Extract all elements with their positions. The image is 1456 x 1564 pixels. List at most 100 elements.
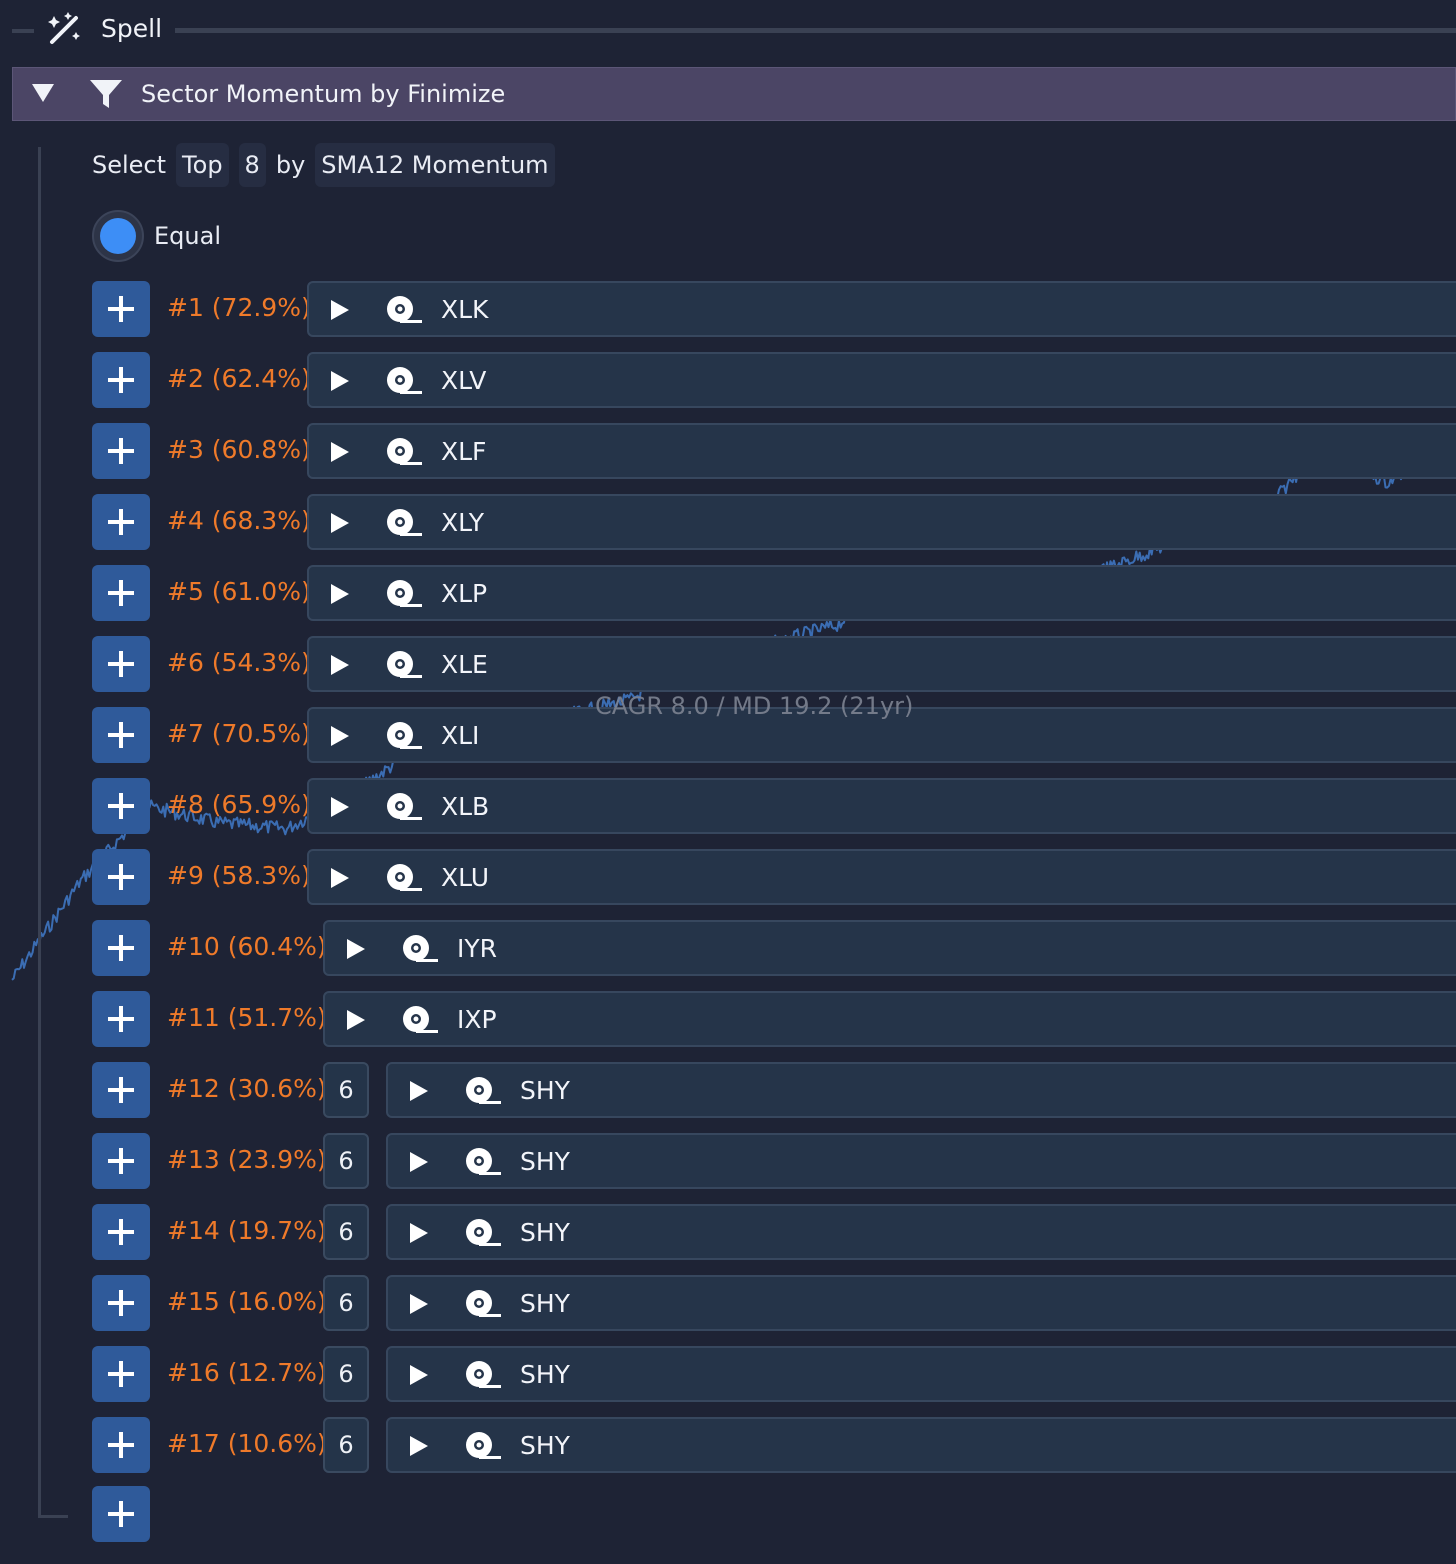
expand-play-icon[interactable] xyxy=(345,937,367,961)
expand-play-icon[interactable] xyxy=(408,1150,430,1174)
group-count-box[interactable]: 6 xyxy=(323,1346,369,1402)
asset-roll-icon xyxy=(403,1006,438,1033)
add-block-button[interactable] xyxy=(92,281,150,337)
asset-block[interactable]: IXP xyxy=(323,991,1456,1047)
add-block-button[interactable] xyxy=(92,707,150,763)
add-block-button[interactable] xyxy=(92,849,150,905)
expand-play-icon[interactable] xyxy=(329,440,351,464)
select-metric-dropdown[interactable]: SMA12 Momentum xyxy=(315,143,555,187)
weighting-option[interactable]: Equal xyxy=(92,210,221,262)
equal-weight-radio[interactable] xyxy=(92,210,144,262)
asset-block[interactable]: SHY xyxy=(386,1204,1456,1260)
equal-weight-label: Equal xyxy=(154,222,221,250)
add-block-button[interactable] xyxy=(92,991,150,1047)
expand-play-icon[interactable] xyxy=(329,795,351,819)
asset-block[interactable]: XLK xyxy=(307,281,1456,337)
expand-play-icon[interactable] xyxy=(329,653,351,677)
ticker-label: XLY xyxy=(441,508,485,537)
asset-roll-icon xyxy=(466,1148,501,1175)
add-block-button[interactable] xyxy=(92,352,150,408)
filter-funnel-icon xyxy=(90,80,122,108)
expand-play-icon[interactable] xyxy=(329,582,351,606)
magic-wand-icon xyxy=(48,12,80,44)
add-block-button[interactable] xyxy=(92,636,150,692)
select-count-input[interactable]: 8 xyxy=(238,143,266,187)
asset-block[interactable]: SHY xyxy=(386,1417,1456,1473)
asset-block[interactable]: SHY xyxy=(386,1346,1456,1402)
asset-row: #17 (10.6%) 6 SHY xyxy=(92,1417,1456,1473)
group-count-box[interactable]: 6 xyxy=(323,1275,369,1331)
asset-roll-icon xyxy=(403,935,438,962)
asset-roll-icon xyxy=(466,1432,501,1459)
asset-block[interactable]: SHY xyxy=(386,1133,1456,1189)
rank-label: #9 (58.3%) xyxy=(167,861,311,890)
asset-row: #11 (51.7%) IXP xyxy=(92,991,1456,1047)
expand-play-icon[interactable] xyxy=(408,1079,430,1103)
add-block-button[interactable] xyxy=(92,920,150,976)
asset-row: #13 (23.9%) 6 SHY xyxy=(92,1133,1456,1189)
ticker-label: XLU xyxy=(441,863,490,892)
add-block-button[interactable] xyxy=(92,1062,150,1118)
collapse-triangle-icon[interactable] xyxy=(31,83,55,103)
asset-row: #6 (54.3%) XLE xyxy=(92,636,1456,692)
ticker-label: XLI xyxy=(441,721,480,750)
ticker-label: XLK xyxy=(441,295,489,324)
group-count-box[interactable]: 6 xyxy=(323,1062,369,1118)
asset-block[interactable]: IYR xyxy=(323,920,1456,976)
asset-row: #16 (12.7%) 6 SHY xyxy=(92,1346,1456,1402)
expand-play-icon[interactable] xyxy=(408,1221,430,1245)
ticker-label: SHY xyxy=(520,1289,570,1318)
group-count-box[interactable]: 6 xyxy=(323,1133,369,1189)
asset-block[interactable]: SHY xyxy=(386,1275,1456,1331)
asset-row: #8 (65.9%) XLB xyxy=(92,778,1456,834)
asset-roll-icon xyxy=(466,1219,501,1246)
rank-label: #13 (23.9%) xyxy=(167,1145,327,1174)
add-block-button[interactable] xyxy=(92,1417,150,1473)
ticker-label: XLP xyxy=(441,579,488,608)
asset-block[interactable]: SHY xyxy=(386,1062,1456,1118)
ticker-label: XLE xyxy=(441,650,488,679)
expand-play-icon[interactable] xyxy=(329,369,351,393)
expand-play-icon[interactable] xyxy=(408,1434,430,1458)
add-block-button[interactable] xyxy=(92,423,150,479)
expand-play-icon[interactable] xyxy=(408,1292,430,1316)
add-block-button[interactable] xyxy=(92,1275,150,1331)
select-mode-dropdown[interactable]: Top xyxy=(176,143,229,187)
expand-play-icon[interactable] xyxy=(329,298,351,322)
plus-icon xyxy=(108,580,134,606)
add-block-button[interactable] xyxy=(92,1204,150,1260)
rank-label: #17 (10.6%) xyxy=(167,1429,327,1458)
group-count-box[interactable]: 6 xyxy=(323,1204,369,1260)
add-block-button[interactable] xyxy=(92,1346,150,1402)
filter-block-header[interactable]: Sector Momentum by Finimize xyxy=(12,67,1456,121)
asset-roll-icon xyxy=(387,509,422,536)
add-block-button[interactable] xyxy=(92,778,150,834)
expand-play-icon[interactable] xyxy=(329,866,351,890)
rank-label: #5 (61.0%) xyxy=(167,577,311,606)
tree-connector-horizontal xyxy=(38,1515,68,1518)
asset-block[interactable]: XLF xyxy=(307,423,1456,479)
expand-play-icon[interactable] xyxy=(345,1008,367,1032)
by-label: by xyxy=(275,151,306,179)
expand-play-icon[interactable] xyxy=(329,724,351,748)
plus-icon xyxy=(108,1501,134,1527)
asset-block[interactable]: XLP xyxy=(307,565,1456,621)
add-block-button[interactable] xyxy=(92,1486,150,1542)
asset-roll-icon xyxy=(387,580,422,607)
group-count-box[interactable]: 6 xyxy=(323,1417,369,1473)
asset-block[interactable]: XLU xyxy=(307,849,1456,905)
plus-icon xyxy=(108,1219,134,1245)
add-block-button[interactable] xyxy=(92,565,150,621)
asset-block[interactable]: XLE xyxy=(307,636,1456,692)
expand-play-icon[interactable] xyxy=(329,511,351,535)
asset-block[interactable]: XLB xyxy=(307,778,1456,834)
add-block-button[interactable] xyxy=(92,1133,150,1189)
asset-row: #12 (30.6%) 6 SHY xyxy=(92,1062,1456,1118)
asset-block[interactable]: XLV xyxy=(307,352,1456,408)
expand-play-icon[interactable] xyxy=(408,1363,430,1387)
add-block-button[interactable] xyxy=(92,494,150,550)
rank-label: #7 (70.5%) xyxy=(167,719,311,748)
rank-label: #8 (65.9%) xyxy=(167,790,311,819)
asset-roll-icon xyxy=(466,1361,501,1388)
asset-block[interactable]: XLY xyxy=(307,494,1456,550)
